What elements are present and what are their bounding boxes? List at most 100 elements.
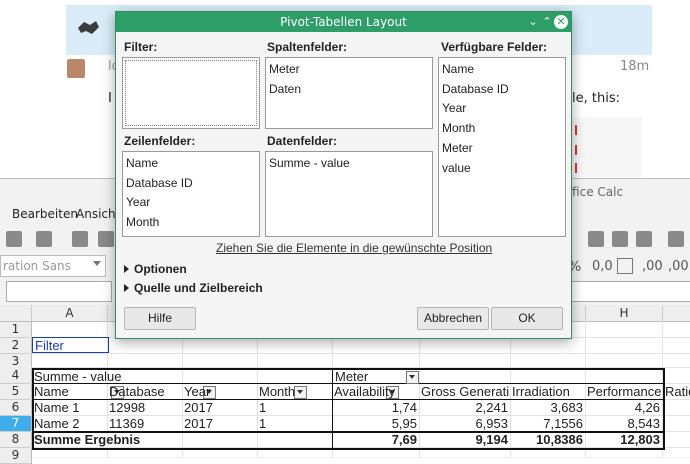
data-field-item[interactable]: Summe - value xyxy=(269,156,350,170)
meter-dropdown-icon[interactable] xyxy=(406,371,419,384)
cell-gross-generation[interactable]: 2,241 xyxy=(421,400,508,415)
column-field-item[interactable]: Meter xyxy=(269,62,300,76)
row-header[interactable]: 8 xyxy=(0,432,32,448)
select-all-corner[interactable] xyxy=(0,305,32,322)
filter-label: Filter xyxy=(35,338,64,353)
chevron-down-icon[interactable] xyxy=(93,261,101,266)
forum-timestamp[interactable]: 18m xyxy=(620,59,649,74)
cell-month[interactable]: 1 xyxy=(259,400,331,415)
row-header[interactable]: 2 xyxy=(0,338,32,354)
header-gross-generation[interactable]: Gross Generatio xyxy=(421,384,509,399)
meter-label: Meter xyxy=(335,369,369,384)
available-fields-label: Verfügbare Felder: xyxy=(441,40,548,54)
add-decimal-button[interactable]: ,00 xyxy=(642,259,663,274)
cancel-button[interactable]: Abbrechen xyxy=(417,307,489,330)
cell-year[interactable]: 2017 xyxy=(184,400,256,415)
column-fields-box[interactable]: Meter Daten xyxy=(265,57,433,129)
menu-ansicht[interactable]: Ansich xyxy=(76,207,116,221)
cell-database-id[interactable]: 12998 xyxy=(109,400,181,415)
date-format-icon[interactable] xyxy=(617,258,633,274)
remove-decimal-button[interactable]: ,00 xyxy=(668,259,689,274)
filter-field-box[interactable] xyxy=(122,57,260,129)
image-icon[interactable] xyxy=(612,231,628,247)
chevron-up-icon[interactable]: ⌃ xyxy=(540,15,554,29)
header-name[interactable]: Name xyxy=(34,384,94,399)
cell-availability[interactable]: 1,74 xyxy=(334,400,417,415)
available-field-item[interactable]: Name xyxy=(442,62,474,76)
number-format-button[interactable]: 0,0 xyxy=(592,259,613,274)
folder-icon[interactable] xyxy=(6,231,22,247)
row-header[interactable]: 9 xyxy=(0,448,32,464)
filter-section-label: Filter: xyxy=(124,40,158,54)
chevron-down-icon[interactable]: ⌄ xyxy=(526,15,540,29)
close-icon[interactable]: ✕ xyxy=(554,15,568,29)
total-label[interactable]: Summe Ergebnis xyxy=(34,432,234,447)
data-fields-box[interactable]: Summe - value xyxy=(265,151,433,237)
available-field-item[interactable]: Meter xyxy=(442,141,473,155)
cell-name[interactable]: Name 1 xyxy=(34,400,106,415)
cell-month[interactable]: 1 xyxy=(259,416,331,431)
special-character-icon[interactable] xyxy=(636,231,652,247)
column-field-item[interactable]: Daten xyxy=(269,82,301,96)
cell-performance-ratio[interactable]: 8,543 xyxy=(587,416,660,431)
available-field-item[interactable]: Year xyxy=(442,101,466,115)
filter-cell[interactable]: Filter xyxy=(32,337,109,353)
summe-value-cell[interactable]: Summe - value xyxy=(34,369,234,384)
cell-year[interactable]: 2017 xyxy=(184,416,256,431)
column-fields-label: Spaltenfelder: xyxy=(267,40,348,54)
save-icon[interactable] xyxy=(36,231,52,247)
header-month[interactable]: Month xyxy=(259,384,317,399)
cell-gross-generation[interactable]: 6,953 xyxy=(421,416,508,431)
column-header-a[interactable]: A xyxy=(32,305,108,322)
available-field-item[interactable]: value xyxy=(442,161,471,175)
pivot-layout-dialog: Pivot-Tabellen Layout ⌄ ⌃ ✕ Filter: Spal… xyxy=(115,11,572,339)
chart-icon[interactable] xyxy=(588,231,604,247)
row-field-item[interactable]: Year xyxy=(126,195,150,209)
comment-icon[interactable] xyxy=(668,231,684,247)
options-expander[interactable]: Optionen xyxy=(124,262,187,276)
header-year[interactable]: Year xyxy=(184,384,244,399)
available-field-item[interactable]: Database ID xyxy=(442,82,509,96)
total-irradiation[interactable]: 10,8386 xyxy=(512,432,583,447)
row-fields-box[interactable]: Name Database ID Year Month xyxy=(122,151,260,237)
header-irradiation[interactable]: Irradiation xyxy=(512,384,584,399)
formula-input[interactable] xyxy=(568,281,690,302)
row-header[interactable]: 6 xyxy=(0,400,32,416)
font-name-box[interactable]: ration Sans xyxy=(0,255,106,277)
column-header-h[interactable]: H xyxy=(586,305,663,322)
row-header-selected[interactable]: 7 xyxy=(0,416,32,432)
cell-irradiation[interactable]: 3,683 xyxy=(512,400,583,415)
help-button[interactable]: Hilfe xyxy=(124,307,196,330)
header-database-id[interactable]: Database ID xyxy=(109,384,169,399)
header-performance-ratio[interactable]: Performance Ratio xyxy=(587,384,690,399)
row-field-item[interactable]: Database ID xyxy=(126,176,193,190)
row-field-item[interactable]: Month xyxy=(126,215,159,229)
avatar[interactable] xyxy=(67,59,85,78)
total-gross-generation[interactable]: 9,194 xyxy=(421,432,508,447)
source-destination-expander[interactable]: Quelle und Zielbereich xyxy=(124,281,263,295)
ok-button[interactable]: OK xyxy=(491,307,563,330)
cell-irradiation[interactable]: 7,1556 xyxy=(512,416,583,431)
forum-post-end: le, this: xyxy=(572,91,620,106)
data-fields-label: Datenfelder: xyxy=(267,134,338,148)
available-fields-box[interactable]: Name Database ID Year Month Meter value xyxy=(438,57,566,237)
header-availability[interactable]: Availability xyxy=(334,384,418,399)
dialog-titlebar[interactable]: Pivot-Tabellen Layout ⌄ ⌃ ✕ xyxy=(116,12,571,32)
print-icon[interactable] xyxy=(98,231,114,247)
cell-database-id[interactable]: 11369 xyxy=(109,416,181,431)
row-header[interactable]: 4 xyxy=(0,368,32,384)
total-performance-ratio[interactable]: 12,803 xyxy=(587,432,660,447)
export-icon[interactable] xyxy=(72,231,88,247)
row-header[interactable]: 1 xyxy=(0,322,32,338)
row-header[interactable]: 5 xyxy=(0,384,32,400)
total-availability[interactable]: 7,69 xyxy=(334,432,417,447)
available-field-item[interactable]: Month xyxy=(442,121,475,135)
row-field-item[interactable]: Name xyxy=(126,156,158,170)
name-box[interactable] xyxy=(6,281,112,302)
column-header-i[interactable] xyxy=(663,305,690,322)
cell-availability[interactable]: 5,95 xyxy=(334,416,417,431)
cell-performance-ratio[interactable]: 4,26 xyxy=(587,400,660,415)
menu-bearbeiten[interactable]: Bearbeiten xyxy=(12,207,78,221)
forum-post-start: I xyxy=(108,91,112,106)
cell-name[interactable]: Name 2 xyxy=(34,416,106,431)
